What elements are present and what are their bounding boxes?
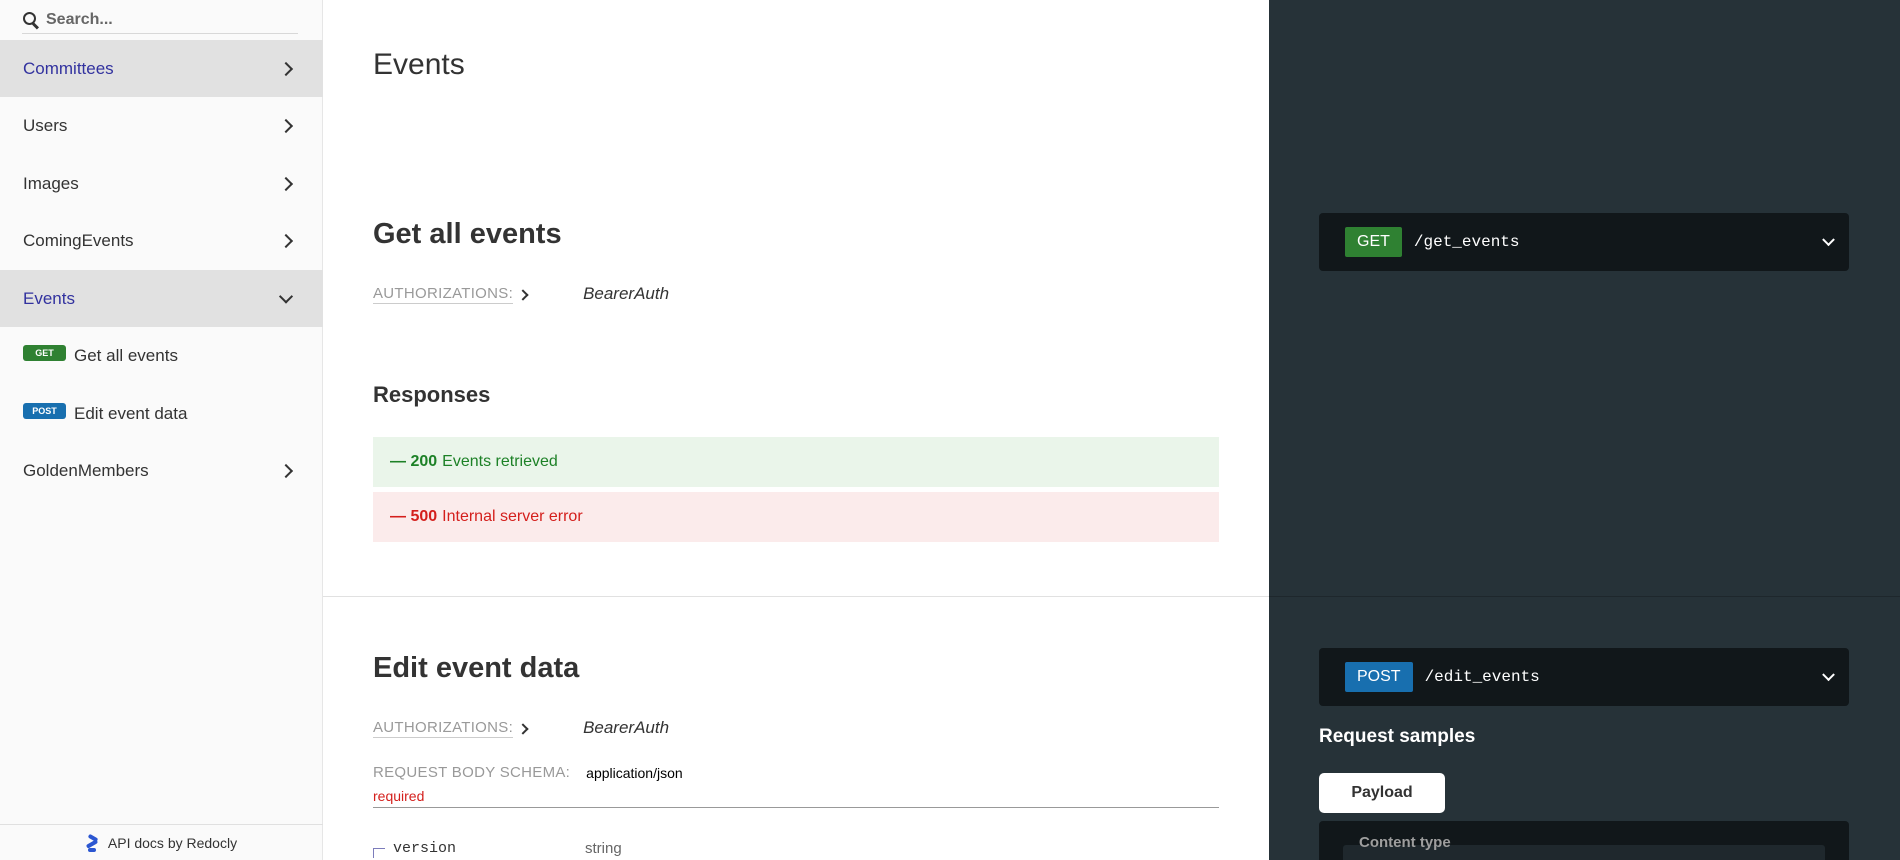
endpoint-get-events[interactable]: GET /get_events — [1319, 213, 1849, 271]
main-content: Events Get all events AUTHORIZATIONS: Be… — [323, 0, 1269, 860]
request-samples-title: Request samples — [1319, 726, 1476, 747]
response-500[interactable]: — 500 Internal server error — [373, 492, 1219, 542]
request-body-schema-row: REQUEST BODY SCHEMA: application/json — [373, 764, 683, 781]
chevron-down-icon — [1822, 233, 1835, 247]
request-body-schema-label: REQUEST BODY SCHEMA: — [373, 764, 571, 781]
search-icon — [22, 11, 40, 29]
endpoint-path: /edit_events — [1424, 668, 1540, 686]
tab-payload[interactable]: Payload — [1319, 773, 1445, 813]
operation-title-edit-event-data: Edit event data — [373, 652, 580, 684]
chevron-right-icon[interactable] — [517, 723, 529, 735]
chevron-right-icon — [278, 61, 294, 76]
sample-code-box: Content type — [1319, 821, 1849, 860]
sidebar-item-label: ComingEvents — [23, 230, 134, 250]
sidebar-item-label: Committees — [23, 58, 114, 78]
authorizations-label[interactable]: AUTHORIZATIONS: — [373, 719, 514, 738]
authorizations-value: BearerAuth — [583, 718, 670, 737]
authorizations-row: AUTHORIZATIONS: BearerAuth — [373, 718, 669, 738]
sidebar-item-label: Events — [23, 288, 75, 308]
response-description: Events retrieved — [442, 453, 558, 470]
responses-title: Responses — [373, 382, 491, 407]
search-input[interactable] — [46, 10, 286, 29]
sidebar-subitem-label: Get all events — [74, 345, 178, 365]
schema-divider — [373, 807, 1219, 808]
response-code: 500 — [410, 508, 438, 525]
sidebar-item-users[interactable]: Users — [0, 97, 323, 154]
sidebar-item-images[interactable]: Images — [0, 155, 323, 212]
sidebar: Committees Users Images ComingEvents Eve… — [0, 0, 323, 860]
authorizations-value: BearerAuth — [583, 284, 670, 303]
chevron-right-icon — [278, 463, 294, 478]
redocly-logo-icon — [85, 833, 100, 852]
search-bar — [22, 6, 298, 34]
footer-text: API docs by Redocly — [107, 834, 238, 851]
response-dash: — — [390, 453, 406, 470]
response-code: 200 — [410, 453, 438, 470]
http-method-badge: GET — [1345, 227, 1402, 257]
sidebar-item-events[interactable]: Events — [0, 270, 323, 327]
sidebar-item-goldenmembers[interactable]: GoldenMembers — [0, 442, 323, 499]
chevron-down-icon — [278, 288, 294, 304]
response-dash: — — [390, 508, 406, 525]
chevron-right-icon — [278, 233, 294, 248]
chevron-right-icon[interactable] — [517, 289, 529, 301]
authorizations-row: AUTHORIZATIONS: BearerAuth — [373, 284, 669, 304]
chevron-down-icon — [1822, 668, 1835, 682]
response-200[interactable]: — 200 Events retrieved — [373, 437, 1219, 487]
panel-divider — [1269, 596, 1900, 597]
get-method-badge: GET — [23, 344, 66, 361]
operation-title-get-all-events: Get all events — [373, 218, 562, 250]
sidebar-item-committees[interactable]: Committees — [0, 40, 323, 97]
http-method-badge: POST — [1345, 662, 1413, 692]
authorizations-label[interactable]: AUTHORIZATIONS: — [373, 285, 514, 304]
schema-property-row: version string — [373, 838, 622, 858]
samples-panel: GET /get_events POST /edit_events Reques… — [1269, 0, 1900, 860]
sidebar-item-label: Images — [23, 173, 79, 193]
request-body-content-type: application/json — [586, 764, 683, 781]
post-method-badge: POST — [23, 402, 66, 419]
sidebar-subitem-label: Edit event data — [74, 403, 188, 423]
property-type: string — [585, 839, 622, 857]
redocly-footer-link[interactable]: API docs by Redocly — [0, 824, 323, 860]
sidebar-subitem-get-all-events[interactable]: GET Get all events — [0, 327, 323, 384]
sidebar-item-label: Users — [23, 115, 68, 135]
chevron-right-icon — [278, 118, 294, 133]
section-title: Events — [373, 48, 465, 81]
property-name: version — [393, 839, 457, 857]
tree-line-icon — [373, 848, 385, 858]
required-label: required — [373, 788, 425, 804]
response-description: Internal server error — [442, 508, 583, 525]
sidebar-subitem-edit-event-data[interactable]: POST Edit event data — [0, 385, 323, 442]
endpoint-edit-events[interactable]: POST /edit_events — [1319, 648, 1849, 706]
content-type-label: Content type — [1359, 834, 1451, 851]
section-divider — [323, 596, 1269, 597]
sidebar-item-label: GoldenMembers — [23, 460, 149, 480]
chevron-right-icon — [278, 176, 294, 191]
endpoint-path: /get_events — [1413, 233, 1520, 251]
sidebar-item-comingevents[interactable]: ComingEvents — [0, 212, 323, 269]
